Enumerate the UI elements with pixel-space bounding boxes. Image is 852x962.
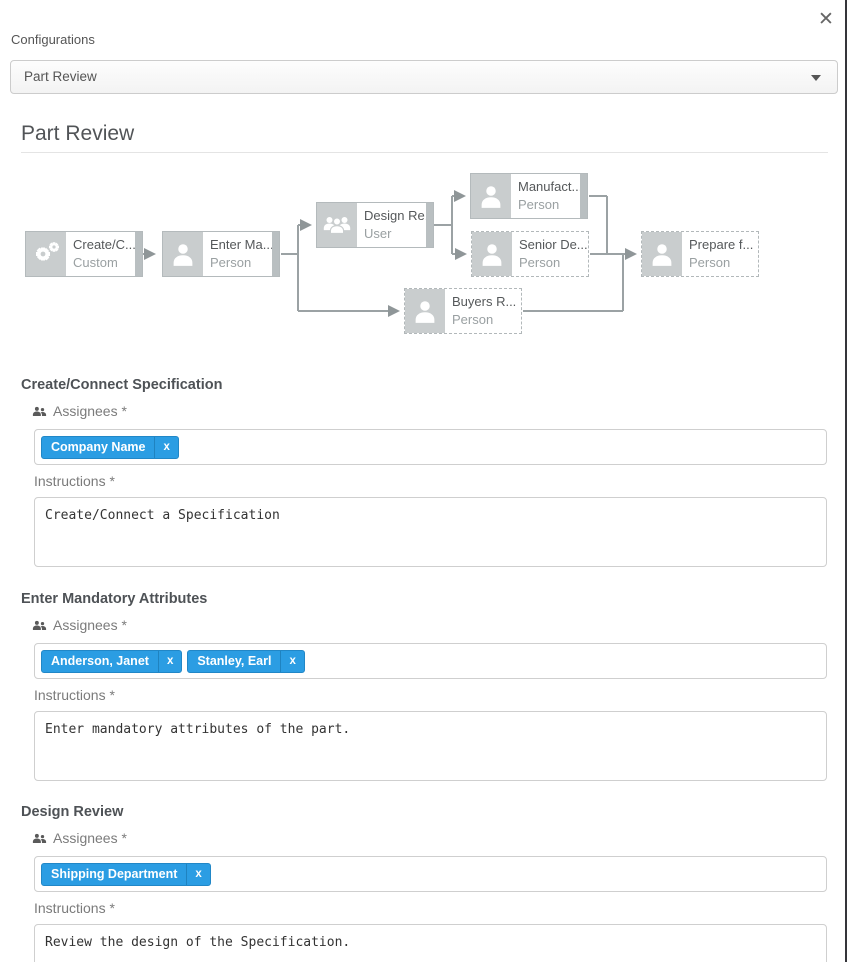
person-icon <box>642 232 682 276</box>
tag-remove-icon[interactable]: x <box>186 864 209 885</box>
users-icon <box>32 619 47 632</box>
instructions-input-create-connect[interactable]: Create/Connect a Specification <box>34 497 827 567</box>
assignee-tag: Stanley, Earl x <box>187 650 305 673</box>
instructions-label-text: Instructions * <box>34 473 115 489</box>
instructions-input-enter-mandatory[interactable]: Enter mandatory attributes of the part. <box>34 711 827 781</box>
node-subtitle: Person <box>452 311 516 328</box>
workflow-diagram: Create/C... Custom Enter Ma... Person <box>0 160 852 352</box>
node-subtitle: Person <box>519 254 584 271</box>
gears-icon <box>26 232 66 276</box>
assignees-label-text: Assignees * <box>53 617 127 633</box>
tag-remove-icon[interactable]: x <box>154 437 177 458</box>
assignee-tag: Company Name x <box>41 436 179 459</box>
person-icon <box>471 174 511 218</box>
configuration-select-value: Part Review <box>24 61 97 93</box>
title-divider <box>21 152 828 153</box>
assignees-input-create-connect[interactable]: Company Name x <box>34 429 827 465</box>
section-heading-enter-mandatory: Enter Mandatory Attributes <box>21 591 207 607</box>
instructions-label: Instructions * <box>34 687 115 703</box>
section-heading-design-review: Design Review <box>21 804 123 820</box>
node-title: Buyers R... <box>452 293 516 311</box>
instructions-label-text: Instructions * <box>34 687 115 703</box>
assignees-label: Assignees * <box>32 617 127 633</box>
node-title: Design Re... <box>364 207 429 225</box>
node-subtitle: User <box>364 225 429 242</box>
assignees-input-design-review[interactable]: Shipping Department x <box>34 856 827 892</box>
assignees-label-text: Assignees * <box>53 830 127 846</box>
workflow-node-buyers-review[interactable]: Buyers R... Person <box>404 288 522 334</box>
node-title: Create/C... <box>73 236 136 254</box>
assignee-tag-label: Company Name <box>42 437 154 458</box>
workflow-node-senior-design[interactable]: Senior De... Person <box>471 231 589 277</box>
node-subtitle: Person <box>210 254 274 271</box>
page-title: Part Review <box>21 122 134 146</box>
node-title: Senior De... <box>519 236 584 254</box>
chevron-down-icon <box>811 75 821 81</box>
node-edge-bar <box>135 232 142 276</box>
node-title: Enter Ma... <box>210 236 274 254</box>
assignees-label: Assignees * <box>32 403 127 419</box>
workflow-node-design-review[interactable]: Design Re... User <box>316 202 434 248</box>
assignee-tag: Anderson, Janet x <box>41 650 182 673</box>
person-icon <box>405 289 445 333</box>
instructions-input-design-review[interactable]: Review the design of the Specification. <box>34 924 827 962</box>
person-icon <box>472 232 512 276</box>
node-title: Prepare f... <box>689 236 753 254</box>
workflow-node-prepare[interactable]: Prepare f... Person <box>641 231 759 277</box>
assignee-tag: Shipping Department x <box>41 863 211 886</box>
instructions-label: Instructions * <box>34 900 115 916</box>
assignees-label-text: Assignees * <box>53 403 127 419</box>
assignees-input-enter-mandatory[interactable]: Anderson, Janet x Stanley, Earl x <box>34 643 827 679</box>
workflow-node-manufacturing[interactable]: Manufact... Person <box>470 173 588 219</box>
configuration-select[interactable]: Part Review <box>10 60 838 94</box>
workflow-node-create-connect[interactable]: Create/C... Custom <box>25 231 143 277</box>
node-subtitle: Person <box>689 254 753 271</box>
assignee-tag-label: Stanley, Earl <box>188 651 280 672</box>
assignee-tag-label: Anderson, Janet <box>42 651 158 672</box>
instructions-label-text: Instructions * <box>34 900 115 916</box>
section-heading-create-connect: Create/Connect Specification <box>21 377 222 393</box>
close-icon[interactable]: ✕ <box>814 8 838 32</box>
node-edge-bar <box>580 174 587 218</box>
modal-right-edge <box>845 0 847 962</box>
users-icon <box>32 405 47 418</box>
workflow-node-enter-mandatory[interactable]: Enter Ma... Person <box>162 231 280 277</box>
tag-remove-icon[interactable]: x <box>280 651 303 672</box>
assignee-tag-label: Shipping Department <box>42 864 186 885</box>
node-subtitle: Custom <box>73 254 136 271</box>
users-icon <box>32 832 47 845</box>
instructions-label: Instructions * <box>34 473 115 489</box>
node-edge-bar <box>272 232 279 276</box>
tag-remove-icon[interactable]: x <box>158 651 181 672</box>
person-icon <box>163 232 203 276</box>
configurations-label: Configurations <box>11 32 95 47</box>
users-icon <box>317 203 357 247</box>
node-title: Manufact... <box>518 178 582 196</box>
assignees-label: Assignees * <box>32 830 127 846</box>
configurations-modal: ✕ Configurations Part Review Part Review <box>0 0 852 962</box>
node-edge-bar <box>426 203 433 247</box>
node-subtitle: Person <box>518 196 582 213</box>
